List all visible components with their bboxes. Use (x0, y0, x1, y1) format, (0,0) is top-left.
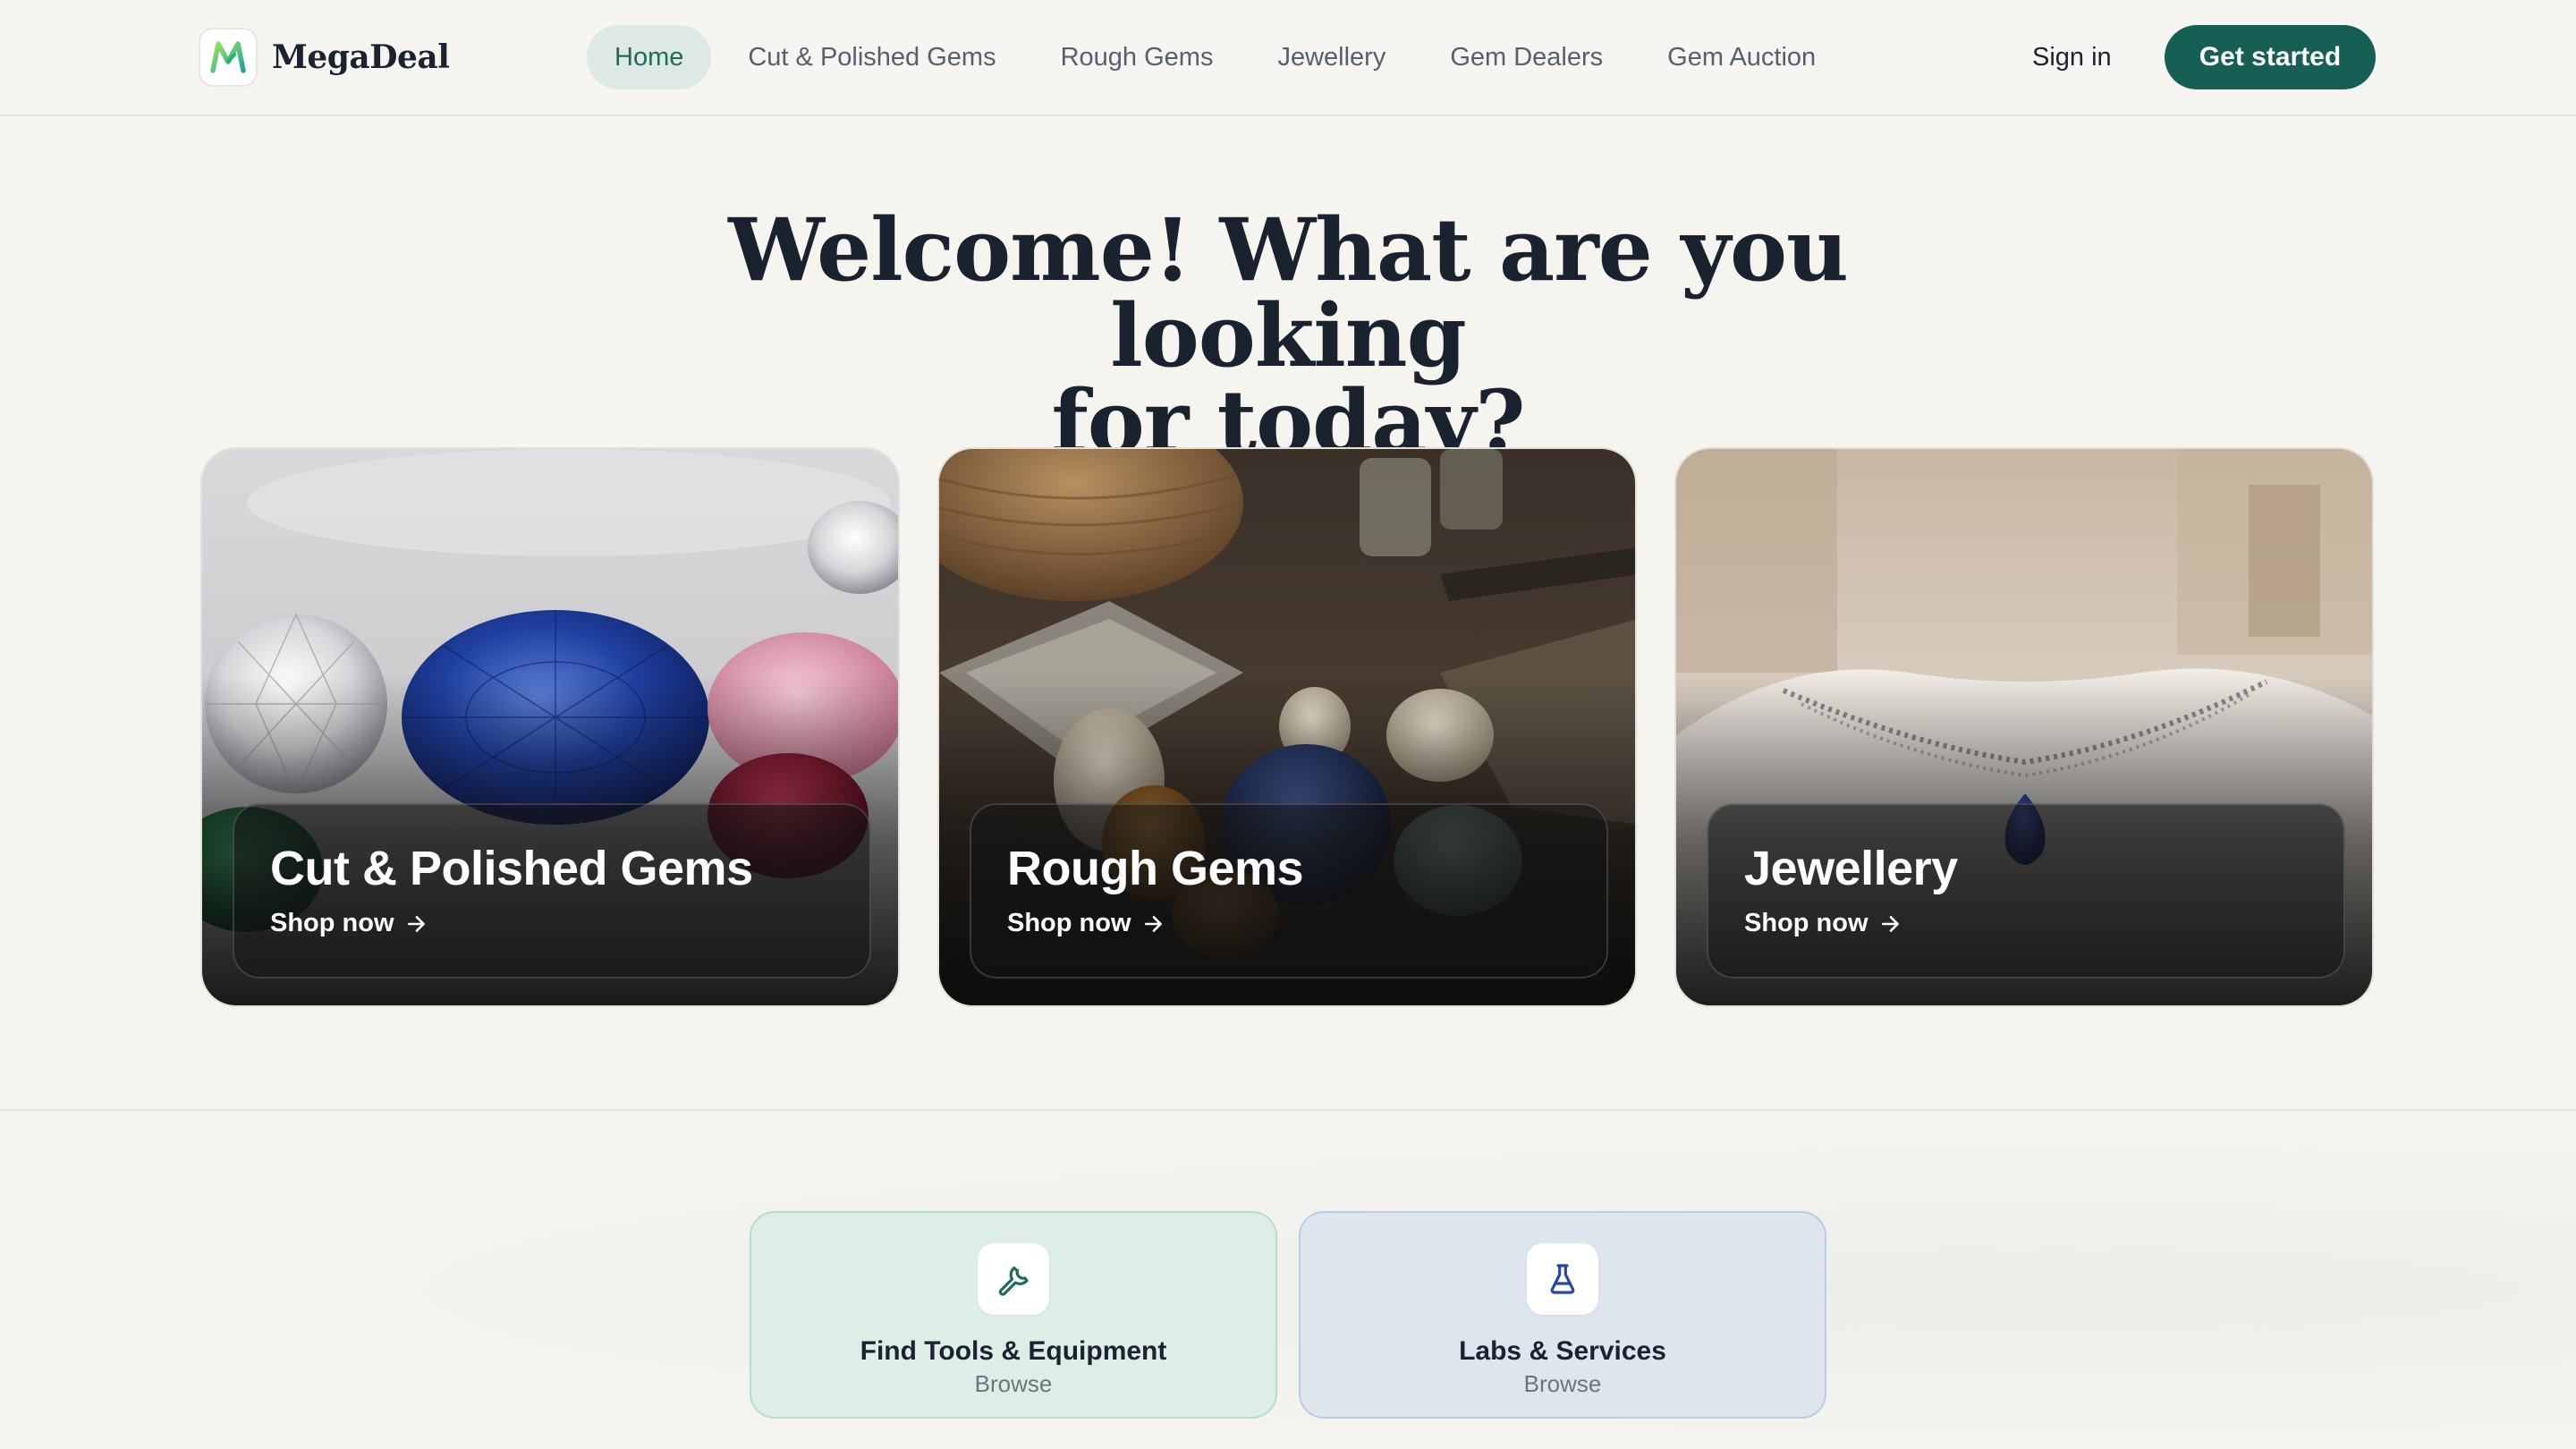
shop-now-label: Shop now (1007, 909, 1131, 937)
shop-now-label: Shop now (270, 909, 394, 937)
hero-heading-line-1: Welcome! What are you looking (728, 199, 1849, 386)
nav-item-home[interactable]: Home (587, 25, 712, 89)
nav-item-gem-dealers[interactable]: Gem Dealers (1422, 25, 1631, 89)
flask-icon (1527, 1243, 1598, 1315)
arrow-right-icon (405, 912, 428, 936)
services-section-background (0, 1111, 2576, 1449)
category-card-rough-gems[interactable]: Rough Gems Shop now (937, 447, 1637, 1007)
nav-item-cut-polished-gems[interactable]: Cut & Polished Gems (720, 25, 1023, 89)
brand-logo[interactable]: MegaDeal (199, 28, 450, 87)
arrow-right-icon (1879, 912, 1902, 936)
tile-subtitle: Browse (1523, 1370, 1602, 1397)
shop-now-link-cut-polished[interactable]: Shop now (270, 909, 428, 938)
card-caption-panel: Jewellery Shop now (1707, 803, 2345, 979)
hero-heading: Welcome! What are you looking for today? (572, 208, 2004, 465)
arrow-right-icon (1142, 912, 1165, 936)
nav-item-gem-auction[interactable]: Gem Auction (1640, 25, 1843, 89)
shop-now-label: Shop now (1744, 909, 1868, 937)
category-card-jewellery[interactable]: Jewellery Shop now (1674, 447, 2374, 1007)
card-caption-panel: Rough Gems Shop now (970, 803, 1608, 979)
nav-item-jewellery[interactable]: Jewellery (1250, 25, 1413, 89)
wrench-icon (978, 1243, 1049, 1315)
site-header: MegaDeal Home Cut & Polished Gems Rough … (0, 0, 2576, 116)
tile-title: Labs & Services (1459, 1336, 1666, 1366)
card-title: Rough Gems (1007, 842, 1304, 895)
tile-find-tools-equipment[interactable]: Find Tools & Equipment Browse (750, 1211, 1277, 1419)
card-title: Jewellery (1744, 842, 1958, 895)
nav-item-rough-gems[interactable]: Rough Gems (1033, 25, 1241, 89)
card-title: Cut & Polished Gems (270, 842, 753, 895)
shop-now-link-rough-gems[interactable]: Shop now (1007, 909, 1165, 938)
shop-now-link-jewellery[interactable]: Shop now (1744, 909, 1902, 938)
main-nav: Home Cut & Polished Gems Rough Gems Jewe… (587, 25, 1852, 89)
megadeal-logo-icon (199, 28, 258, 87)
tile-labs-services[interactable]: Labs & Services Browse (1299, 1211, 1826, 1419)
category-card-cut-polished-gems[interactable]: Cut & Polished Gems Shop now (200, 447, 900, 1007)
card-caption-panel: Cut & Polished Gems Shop now (233, 803, 871, 979)
get-started-button[interactable]: Get started (2165, 25, 2376, 89)
brand-name: MegaDeal (272, 38, 450, 76)
tile-title: Find Tools & Equipment (860, 1336, 1167, 1366)
sign-in-link[interactable]: Sign in (2032, 25, 2112, 89)
tile-subtitle: Browse (974, 1370, 1053, 1397)
